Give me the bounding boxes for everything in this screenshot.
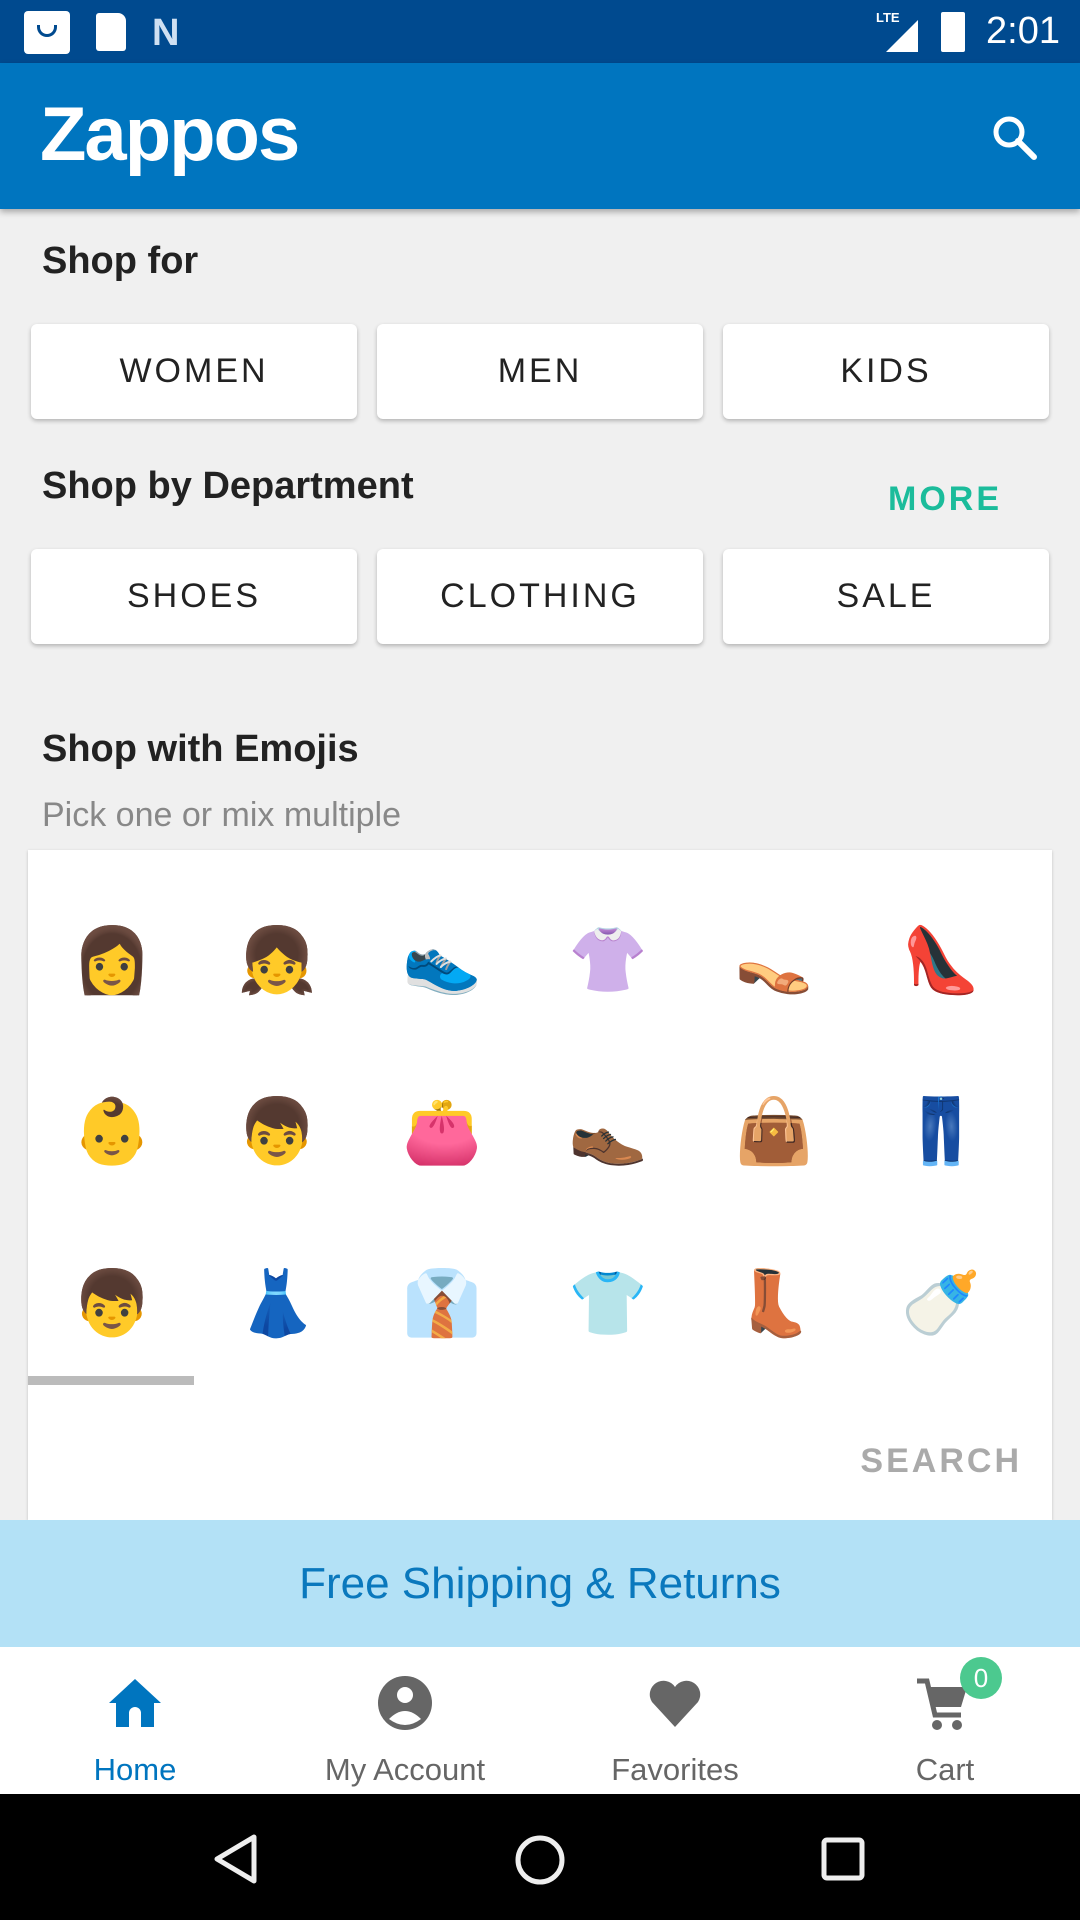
emoji-button[interactable]: 👦 [52, 1243, 172, 1363]
home-icon [109, 1679, 161, 1727]
horizontal-scrollbar[interactable] [28, 1376, 194, 1385]
emojis-title: Shop with Emojis [42, 728, 359, 770]
battery-charging-icon [941, 12, 965, 52]
emojis-subtitle: Pick one or mix multiple [42, 796, 402, 834]
lte-signal-icon: LTE [876, 10, 922, 52]
emoji-button[interactable]: 👦 [217, 1071, 337, 1191]
emoji-button[interactable]: 👕 [548, 1243, 668, 1363]
app-bar: Zappos [0, 63, 1080, 209]
shopping-bag-icon [24, 11, 70, 54]
nav-home-label: Home [93, 1752, 177, 1787]
nav-home[interactable]: Home [0, 1647, 270, 1794]
clock: 2:01 [986, 10, 1060, 52]
clothing-button[interactable]: CLOTHING [377, 549, 703, 644]
sale-button[interactable]: SALE [723, 549, 1049, 644]
status-bar: N LTE 2:01 [0, 0, 1080, 63]
system-nav-bar [0, 1794, 1080, 1920]
department-title: Shop by Department [42, 465, 414, 507]
emoji-button[interactable]: 👡 [714, 900, 834, 1020]
more-button[interactable]: MORE [888, 480, 1002, 519]
emoji-button[interactable]: 👖 [881, 1071, 1001, 1191]
emoji-button[interactable]: 👩 [52, 900, 172, 1020]
women-button[interactable]: WOMEN [31, 324, 357, 419]
emoji-card: 👩 👧 👟 👚 👡 👠 👶 👦 👛 👞 👜 👖 👦 👗 👔 👕 👢 🍼 SEARCH [28, 850, 1052, 1520]
men-button[interactable]: MEN [377, 324, 703, 419]
emoji-button[interactable]: 👜 [714, 1071, 834, 1191]
bottom-nav: Home My Account Favorites 0 Cart [0, 1647, 1080, 1794]
nav-favorites-label: Favorites [611, 1752, 739, 1787]
n-icon: N [152, 12, 180, 54]
banner-text: Free Shipping & Returns [299, 1558, 781, 1608]
emoji-button[interactable]: 🍼 [881, 1243, 1001, 1363]
emoji-button[interactable]: 👟 [382, 900, 502, 1020]
heart-icon [649, 1680, 701, 1727]
nav-cart[interactable]: 0 Cart [810, 1647, 1080, 1794]
kids-button[interactable]: KIDS [723, 324, 1049, 419]
nav-my-account[interactable]: My Account [270, 1647, 540, 1794]
emoji-button[interactable]: 👶 [52, 1071, 172, 1191]
emoji-button[interactable]: 👚 [548, 900, 668, 1020]
zappos-logo[interactable]: Zappos [40, 91, 300, 178]
cart-badge: 0 [960, 1657, 1002, 1699]
nav-cart-label: Cart [915, 1752, 975, 1787]
back-icon[interactable] [212, 1834, 260, 1884]
shoes-button[interactable]: SHOES [31, 549, 357, 644]
emoji-button[interactable]: 👧 [217, 900, 337, 1020]
emoji-button[interactable]: 👔 [382, 1243, 502, 1363]
emoji-button[interactable]: 👠 [881, 900, 1001, 1020]
shop-for-title: Shop for [42, 240, 199, 282]
recents-icon[interactable] [820, 1836, 866, 1882]
emoji-search-button[interactable]: SEARCH [860, 1442, 1022, 1481]
sd-card-icon [96, 13, 126, 51]
emoji-button[interactable]: 👛 [382, 1071, 502, 1191]
nav-favorites[interactable]: Favorites [540, 1647, 810, 1794]
emoji-button[interactable]: 👢 [714, 1243, 834, 1363]
home-circle-icon[interactable] [514, 1834, 566, 1886]
search-icon[interactable] [990, 113, 1040, 163]
account-icon [378, 1676, 432, 1730]
emoji-button[interactable]: 👞 [548, 1071, 668, 1191]
free-shipping-banner[interactable]: Free Shipping & Returns [0, 1520, 1080, 1647]
nav-account-label: My Account [324, 1752, 486, 1787]
emoji-button[interactable]: 👗 [217, 1243, 337, 1363]
